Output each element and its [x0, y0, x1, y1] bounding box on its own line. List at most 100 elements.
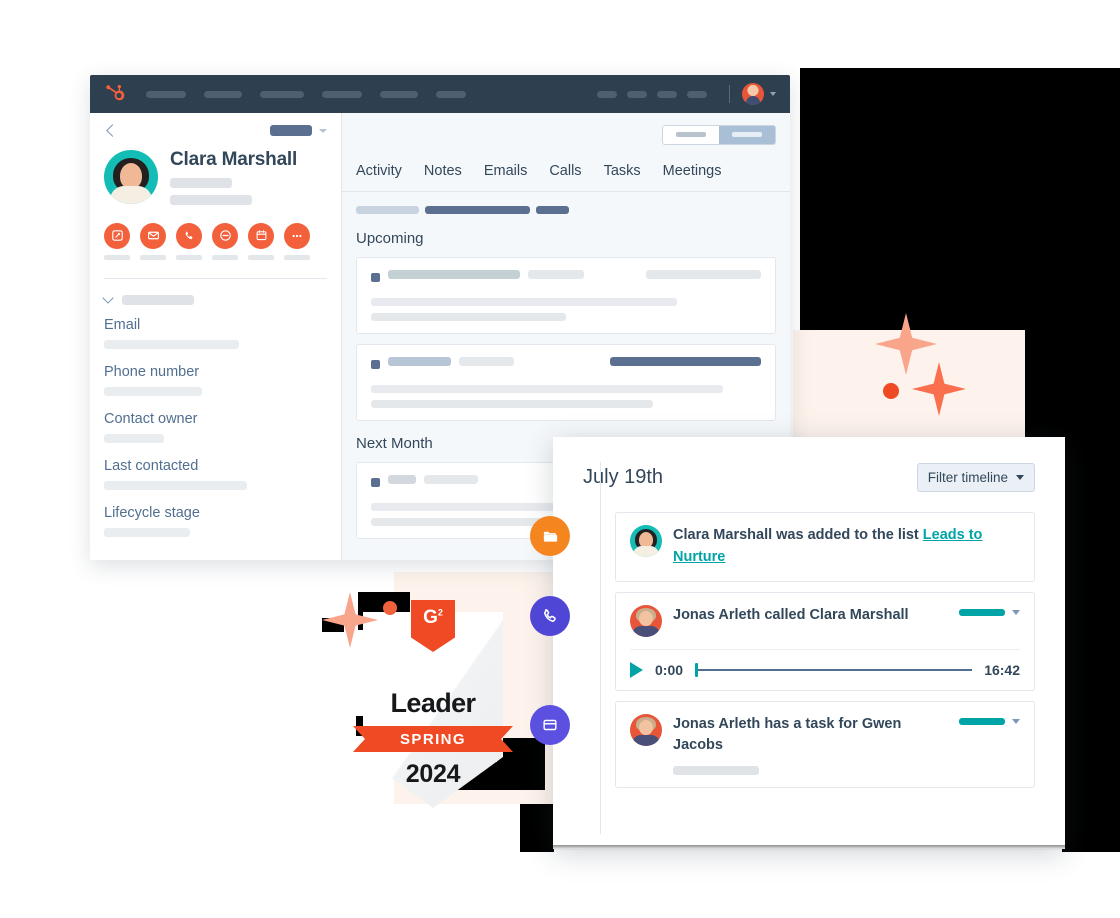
property-value-placeholder[interactable] — [104, 480, 247, 490]
timeline-event-content: Clara Marshall was added to the list Lea… — [630, 525, 1020, 569]
timeline-header: July 19th Filter timeline — [583, 463, 1035, 492]
chevron-down-icon[interactable] — [319, 128, 327, 133]
timeline-event-card[interactable]: Jonas Arleth called Clara Marshall 0:00 … — [615, 591, 1035, 691]
activity-type-marker — [371, 273, 380, 283]
chevron-down-icon — [102, 292, 114, 304]
topbar-action-3[interactable] — [687, 90, 707, 98]
quick-action-log[interactable] — [212, 222, 238, 260]
properties-section-title-placeholder — [122, 294, 194, 305]
player-progress-handle[interactable] — [695, 662, 699, 677]
topbar-action-0[interactable] — [597, 90, 617, 98]
badge-ribbon: SPRING — [353, 726, 513, 752]
contact-sidebar: Clara Marshall Email Phone number Contac… — [90, 113, 342, 560]
topbar-action-2[interactable] — [657, 90, 677, 98]
activity-title-placeholder — [388, 474, 416, 484]
filter-timeline-button[interactable]: Filter timeline — [916, 463, 1035, 492]
play-icon[interactable] — [630, 661, 643, 678]
contact-properties: Email Phone number Contact owner Last co… — [90, 279, 341, 552]
activity-meta-placeholder — [646, 269, 761, 279]
topbar-action-1[interactable] — [627, 90, 647, 98]
topbar-right-group — [597, 83, 776, 105]
timeline-event-task: Jonas Arleth has a task for Gwen Jacobs — [530, 700, 1035, 788]
activity-body-line — [371, 312, 566, 321]
tab-calls[interactable]: Calls — [549, 157, 581, 191]
contact-avatar-jonas — [630, 713, 662, 746]
property-value-placeholder[interactable] — [104, 527, 190, 537]
properties-section-header[interactable] — [102, 292, 327, 305]
activity-body-line — [371, 384, 723, 393]
activity-card[interactable] — [356, 256, 776, 334]
tab-activity[interactable]: Activity — [356, 157, 402, 191]
nav-item-4[interactable] — [380, 90, 418, 98]
envelope-icon — [140, 222, 166, 249]
timeline-event-text: Jonas Arleth has a task for Gwen Jacobs — [673, 715, 902, 754]
player-progress-track[interactable] — [695, 662, 973, 677]
player-duration: 16:42 — [984, 661, 1020, 678]
quick-action-label — [212, 254, 238, 260]
topbar-user-avatar[interactable] — [742, 83, 764, 105]
quick-action-label — [176, 254, 202, 260]
nav-item-2[interactable] — [260, 90, 304, 98]
contact-header: Clara Marshall — [90, 113, 341, 279]
nav-item-5[interactable] — [436, 90, 466, 98]
badge-season-label: SPRING — [400, 730, 466, 748]
timeline-event-status[interactable] — [959, 605, 1020, 616]
timeline-panel: July 19th Filter timeline Clara Marshall… — [530, 437, 1065, 849]
activity-type-marker — [371, 478, 380, 488]
small-circle-dot — [883, 383, 899, 399]
quick-action-more[interactable] — [284, 222, 310, 260]
timeline-event-text: Clara Marshall was added to the list Lea… — [673, 525, 1020, 569]
contact-avatar-clara — [104, 150, 158, 205]
quick-action-email[interactable] — [140, 222, 166, 260]
contact-meta: Clara Marshall — [170, 149, 327, 205]
contact-identity: Clara Marshall — [104, 149, 327, 205]
hubspot-sprocket-icon[interactable] — [104, 83, 126, 105]
timeline-event-content: Jonas Arleth called Clara Marshall — [630, 604, 1020, 637]
quick-action-meeting[interactable] — [248, 222, 274, 260]
task-detail-placeholder — [673, 766, 759, 775]
activity-card[interactable] — [356, 343, 776, 421]
activity-subtitle-placeholder — [528, 269, 584, 279]
activity-body-line — [371, 399, 653, 408]
timeline-rail — [600, 462, 601, 834]
nav-item-1[interactable] — [204, 90, 242, 98]
filter-chip[interactable] — [536, 205, 569, 214]
ellipsis-icon — [284, 222, 310, 249]
chevron-left-icon[interactable] — [106, 124, 119, 137]
view-toggle-board[interactable] — [719, 125, 775, 144]
activity-subtitle-placeholder — [424, 474, 478, 484]
view-toggle-list[interactable] — [663, 126, 719, 144]
tab-tasks[interactable]: Tasks — [604, 157, 641, 191]
filter-chip[interactable] — [356, 205, 419, 214]
timeline-event-list-added: Clara Marshall was added to the list Lea… — [530, 512, 1035, 582]
activity-title-placeholder — [388, 269, 520, 279]
contact-avatar-clara — [630, 525, 662, 557]
tab-emails[interactable]: Emails — [484, 157, 528, 191]
property-last-contacted: Last contacted — [104, 458, 327, 490]
nav-item-3[interactable] — [322, 90, 362, 98]
activity-card-header — [371, 356, 761, 373]
contact-subtitle-placeholder — [170, 177, 232, 188]
quick-action-note[interactable] — [104, 222, 130, 260]
phone-icon — [176, 222, 202, 249]
mask-block-right-edge — [1062, 420, 1120, 852]
contact-primary-action-button[interactable] — [270, 125, 312, 136]
chevron-down-icon[interactable] — [770, 92, 776, 96]
property-value-placeholder[interactable] — [104, 339, 239, 349]
tab-meetings[interactable]: Meetings — [663, 157, 722, 191]
timeline-event-text-main: Clara Marshall was added to the list — [673, 527, 923, 543]
filter-chip[interactable] — [425, 205, 530, 214]
property-value-placeholder[interactable] — [104, 386, 202, 396]
contact-avatar-jonas — [630, 604, 662, 637]
call-recording-player: 0:00 16:42 — [630, 648, 1020, 678]
property-email: Email — [104, 317, 327, 349]
nav-item-0[interactable] — [146, 90, 186, 98]
timeline-event-status[interactable] — [959, 714, 1020, 725]
property-value-placeholder[interactable] — [104, 433, 164, 443]
activity-subtitle-placeholder — [459, 356, 514, 366]
folder-icon — [530, 516, 570, 556]
timeline-event-card[interactable]: Clara Marshall was added to the list Lea… — [615, 512, 1035, 582]
tab-notes[interactable]: Notes — [424, 157, 462, 191]
quick-action-call[interactable] — [176, 222, 202, 260]
timeline-event-card[interactable]: Jonas Arleth has a task for Gwen Jacobs — [615, 700, 1035, 788]
